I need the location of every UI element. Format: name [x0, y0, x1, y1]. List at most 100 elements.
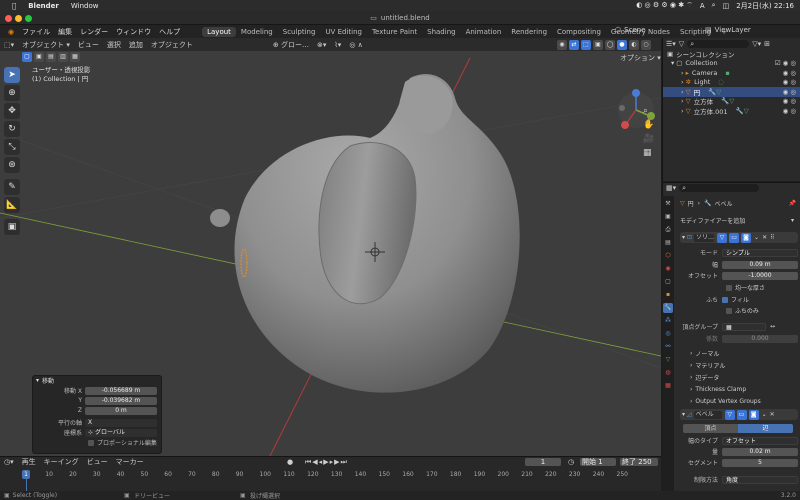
tab-animation[interactable]: Animation — [461, 27, 507, 37]
window-menu[interactable]: Window — [71, 2, 99, 10]
view-menu[interactable]: ビュー — [74, 40, 103, 50]
move-z-field[interactable]: 0 m — [85, 406, 157, 415]
transform-tool-icon[interactable]: ⊛ — [4, 157, 20, 173]
zoom-window-button[interactable] — [25, 14, 32, 22]
playback-controls-icon[interactable]: ⏮◀◂▶▸▶⏭ — [305, 458, 348, 467]
outliner-editor-icon[interactable]: ☰▾ — [666, 40, 676, 48]
editor-type-icon[interactable]: ⬚▾ — [0, 41, 18, 49]
physics-tab-icon[interactable]: ◎ — [663, 329, 673, 339]
outliner-filter-dropdown-icon[interactable]: ▽▾ — [752, 40, 761, 48]
editmode-toggle-icon[interactable]: ▽ — [717, 232, 728, 243]
tab-shading[interactable]: Shading — [422, 27, 460, 37]
menu-file[interactable]: ファイル — [22, 27, 50, 37]
small-bump-mesh[interactable] — [210, 209, 230, 227]
modifier-solidify-header[interactable]: ▾ ⊡ ソリ… ▽ ▭ ◙ ⌄ ✕ ⠿ — [680, 232, 798, 243]
subpanel-materials[interactable]: › マテリアル — [680, 360, 798, 371]
snap-icon[interactable]: ⌇▾ — [330, 41, 345, 49]
object-tab-icon[interactable]: ▪ — [663, 290, 673, 300]
invert-vgroup-icon[interactable]: ↔ — [770, 323, 775, 330]
preview-range-icon[interactable]: ◷ — [568, 458, 574, 466]
render-toggle-icon[interactable]: ◙ — [748, 409, 759, 420]
minimize-window-button[interactable] — [15, 14, 22, 22]
select-box-tool-icon[interactable]: ➤ — [4, 67, 20, 83]
control-center-icon[interactable]: ◫ — [723, 2, 730, 10]
rim-only-checkbox[interactable] — [726, 307, 732, 314]
new-collection-icon[interactable]: ⊞ — [764, 40, 770, 48]
viewport-toggle-icon[interactable]: ▭ — [736, 409, 747, 420]
expand-arrow-icon[interactable]: › — [681, 69, 684, 77]
modifier-bevel-header[interactable]: ▾ ◿ ベベル ▽ ▭ ◙ ⌄ ✕ — [680, 409, 798, 420]
select-menu[interactable]: 選択 — [103, 40, 125, 50]
move-tool-icon[interactable]: ✥ — [4, 103, 20, 119]
record-button-icon[interactable]: ● — [287, 458, 293, 466]
add-cube-tool-icon[interactable]: ▣ — [4, 219, 20, 235]
material-shading-icon[interactable]: ◐ — [629, 40, 639, 50]
rim-only-row[interactable]: ふちのみ — [680, 306, 798, 315]
camera-visibility-icons[interactable]: ◉ ◎ — [783, 69, 796, 77]
outliner-search-input[interactable]: ⌕ — [687, 39, 750, 48]
select-invert-icon[interactable]: ▥ — [58, 52, 68, 62]
tab-sculpting[interactable]: Sculpting — [278, 27, 321, 37]
tab-uv-editing[interactable]: UV Editing — [320, 27, 367, 37]
close-window-button[interactable] — [5, 14, 12, 22]
scene-tab-icon[interactable]: ⬡ — [663, 251, 673, 261]
bevel-name-field[interactable]: ベベル — [693, 410, 722, 419]
scene-name[interactable]: Scene — [624, 26, 645, 34]
bevel-segments-field[interactable]: 5 — [722, 458, 798, 467]
xray-icon[interactable]: ▣ — [593, 40, 603, 50]
select-intersect-icon[interactable]: ▦ — [70, 52, 80, 62]
options-dropdown[interactable]: オプション ▾ — [620, 53, 661, 63]
outliner-item-light[interactable]: › ✲ Light ◌ ◉ ◎ — [663, 78, 800, 88]
select-subtract-icon[interactable]: ▤ — [46, 52, 56, 62]
view-layer-name[interactable]: ViewLayer — [715, 26, 751, 34]
blender-logo-icon[interactable]: ◉ — [8, 28, 14, 36]
solidify-mode-dropdown[interactable]: シンプル — [722, 248, 798, 257]
subpanel-normals[interactable]: › ノーマル — [680, 348, 798, 359]
add-modifier-dropdown[interactable]: モディファイアーを追加 ▾ — [680, 215, 798, 226]
menu-help[interactable]: ヘルプ — [159, 27, 180, 37]
particles-tab-icon[interactable]: ⁂ — [663, 316, 673, 326]
view-layer-tab-icon[interactable]: ▤ — [663, 238, 673, 248]
move-x-field[interactable]: -0.056689 m — [85, 386, 157, 395]
solid-shading-icon[interactable]: ● — [617, 40, 627, 50]
factor-field[interactable]: 0.000 — [722, 334, 798, 343]
tab-modeling[interactable]: Modeling — [236, 27, 278, 37]
rendered-shading-icon[interactable]: ○ — [641, 40, 651, 50]
timeline-view-menu[interactable]: ビュー — [83, 457, 112, 467]
proportional-edit-checkbox[interactable] — [88, 439, 94, 446]
ortho-grid-icon[interactable]: ▦ — [643, 148, 654, 158]
tab-compositing[interactable]: Compositing — [552, 27, 606, 37]
outliner-item-cube-001[interactable]: › ▽ 立方体.001 🔧 ▽ ◉ ◎ — [663, 106, 800, 116]
collapse-arrow-icon[interactable]: ▾ — [682, 411, 685, 418]
status-icons[interactable]: ◐ ◎ ⚙ ⚙ ◉ ✱ ⌔ — [636, 1, 693, 10]
object-mode-dropdown[interactable]: オブジェクト ▾ — [18, 40, 74, 50]
outliner-item-circle[interactable]: › ▽ 円 🔧 ▽ ◉ ◎ — [663, 87, 800, 97]
circle-visibility-icons[interactable]: ◉ ◎ — [783, 88, 796, 96]
subpanel-edge-data[interactable]: › 辺データ — [680, 372, 798, 383]
keying-menu[interactable]: キーイング — [40, 457, 83, 467]
pan-hand-icon[interactable]: ✋ — [643, 120, 654, 130]
current-frame-field[interactable]: 1 — [525, 458, 561, 466]
solidify-name-field[interactable]: ソリ… — [694, 233, 714, 242]
texture-tab-icon[interactable]: ▦ — [663, 381, 673, 391]
app-menu[interactable]: Blender — [28, 2, 59, 10]
overlay-toggle-icon[interactable]: ⬚ — [581, 40, 591, 50]
proportional-edit-icon[interactable]: ◎ ∧ — [345, 41, 366, 49]
timeline-editor-icon[interactable]: ◷▾ — [0, 458, 18, 466]
timeline-ruler[interactable]: 0102030405060708090100110120130140150160… — [0, 470, 661, 480]
data-tab-icon[interactable]: ▽ — [663, 355, 673, 365]
menu-window[interactable]: ウィンドウ — [116, 27, 151, 37]
scale-tool-icon[interactable]: ⤡ — [4, 139, 20, 155]
pivot-icon[interactable]: ⊗▾ — [313, 41, 330, 49]
affect-edges-button[interactable]: 辺 — [738, 424, 793, 433]
rotate-tool-icon[interactable]: ↻ — [4, 121, 20, 137]
subpanel-thickness-clamp[interactable]: › Thickness Clamp — [680, 384, 798, 395]
playhead[interactable]: 1 — [22, 470, 30, 479]
collapse-arrow-icon[interactable]: ▾ — [682, 234, 685, 241]
modifier-dropdown-icon[interactable]: ⌄ — [754, 234, 759, 241]
wireframe-shading-icon[interactable]: ◯ — [605, 40, 615, 50]
constraints-tab-icon[interactable]: ⚯ — [663, 342, 673, 352]
properties-search-input[interactable]: ⌕ — [679, 184, 760, 192]
expand-arrow-icon[interactable]: › — [681, 78, 684, 86]
solidify-offset-field[interactable]: -1.0000 — [722, 271, 798, 280]
